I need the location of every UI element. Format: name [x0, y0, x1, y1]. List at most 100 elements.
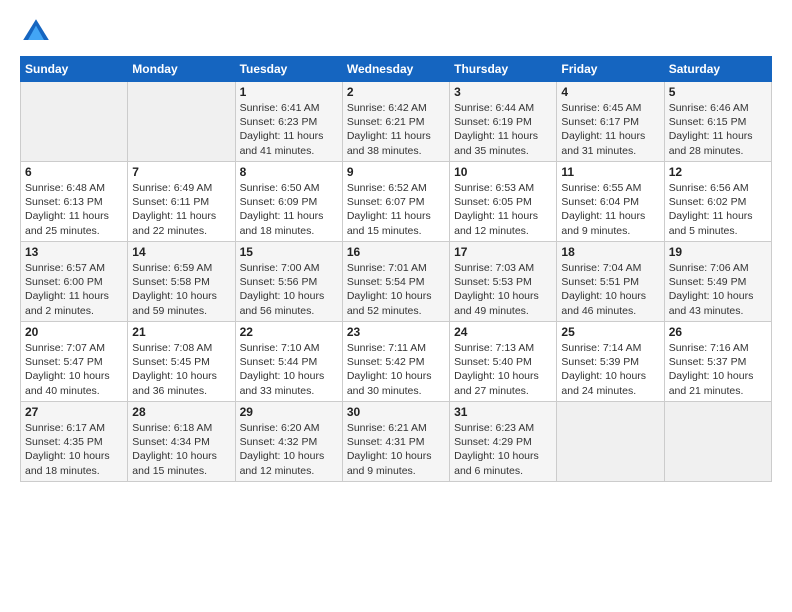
calendar-cell: 16 Sunrise: 7:01 AM Sunset: 5:54 PM Dayli…: [342, 242, 449, 322]
calendar-cell: 3 Sunrise: 6:44 AM Sunset: 6:19 PM Daylig…: [450, 82, 557, 162]
day-info: Sunrise: 7:06 AM Sunset: 5:49 PM Dayligh…: [669, 261, 767, 318]
calendar-cell: 27Sunrise: 6:17 AM Sunset: 4:35 PM Dayli…: [21, 402, 128, 482]
page: SundayMondayTuesdayWednesdayThursdayFrid…: [0, 0, 792, 498]
day-info: Sunrise: 7:16 AM Sunset: 5:37 PM Dayligh…: [669, 341, 767, 398]
day-info: Sunrise: 6:53 AM Sunset: 6:05 PM Dayligh…: [454, 181, 552, 238]
day-number: 6: [25, 165, 123, 179]
calendar-cell: 2 Sunrise: 6:42 AM Sunset: 6:21 PM Daylig…: [342, 82, 449, 162]
calendar-cell: 28 Sunrise: 6:18 AM Sunset: 4:34 PM Dayli…: [128, 402, 235, 482]
day-number: 20: [25, 325, 123, 339]
day-number: 8: [240, 165, 338, 179]
calendar-cell: [557, 402, 664, 482]
day-info: Sunrise: 7:13 AM Sunset: 5:40 PM Dayligh…: [454, 341, 552, 398]
calendar-table: SundayMondayTuesdayWednesdayThursdayFrid…: [20, 56, 772, 482]
day-number: 4: [561, 85, 659, 99]
calendar-cell: [664, 402, 771, 482]
day-number: 26: [669, 325, 767, 339]
calendar-cell: 15 Sunrise: 7:00 AM Sunset: 5:56 PM Dayli…: [235, 242, 342, 322]
day-info: Sunrise: 6:18 AM Sunset: 4:34 PM Dayligh…: [132, 421, 230, 478]
weekday-sunday: Sunday: [21, 57, 128, 82]
calendar-cell: 9 Sunrise: 6:52 AM Sunset: 6:07 PM Daylig…: [342, 162, 449, 242]
day-number: 23: [347, 325, 445, 339]
logo-icon: [20, 16, 52, 48]
weekday-friday: Friday: [557, 57, 664, 82]
calendar-week-5: 27Sunrise: 6:17 AM Sunset: 4:35 PM Dayli…: [21, 402, 772, 482]
day-number: 21: [132, 325, 230, 339]
weekday-saturday: Saturday: [664, 57, 771, 82]
calendar-cell: 13Sunrise: 6:57 AM Sunset: 6:00 PM Dayli…: [21, 242, 128, 322]
day-number: 16: [347, 245, 445, 259]
calendar-week-1: 1Sunrise: 6:41 AM Sunset: 6:23 PM Daylig…: [21, 82, 772, 162]
day-number: 19: [669, 245, 767, 259]
calendar-cell: 26 Sunrise: 7:16 AM Sunset: 5:37 PM Dayli…: [664, 322, 771, 402]
day-number: 30: [347, 405, 445, 419]
calendar-cell: 1Sunrise: 6:41 AM Sunset: 6:23 PM Daylig…: [235, 82, 342, 162]
day-number: 3: [454, 85, 552, 99]
calendar-week-2: 6 Sunrise: 6:48 AM Sunset: 6:13 PM Daylig…: [21, 162, 772, 242]
day-info: Sunrise: 6:52 AM Sunset: 6:07 PM Dayligh…: [347, 181, 445, 238]
calendar-week-4: 20Sunrise: 7:07 AM Sunset: 5:47 PM Dayli…: [21, 322, 772, 402]
calendar-cell: 8 Sunrise: 6:50 AM Sunset: 6:09 PM Daylig…: [235, 162, 342, 242]
day-info: Sunrise: 6:23 AM Sunset: 4:29 PM Dayligh…: [454, 421, 552, 478]
day-number: 28: [132, 405, 230, 419]
day-number: 15: [240, 245, 338, 259]
day-info: Sunrise: 7:11 AM Sunset: 5:42 PM Dayligh…: [347, 341, 445, 398]
day-number: 17: [454, 245, 552, 259]
day-info: Sunrise: 6:42 AM Sunset: 6:21 PM Dayligh…: [347, 101, 445, 158]
weekday-monday: Monday: [128, 57, 235, 82]
calendar-cell: 24 Sunrise: 7:13 AM Sunset: 5:40 PM Dayli…: [450, 322, 557, 402]
calendar-cell: 18Sunrise: 7:04 AM Sunset: 5:51 PM Dayli…: [557, 242, 664, 322]
calendar-cell: [128, 82, 235, 162]
day-number: 14: [132, 245, 230, 259]
day-info: Sunrise: 7:08 AM Sunset: 5:45 PM Dayligh…: [132, 341, 230, 398]
day-info: Sunrise: 7:03 AM Sunset: 5:53 PM Dayligh…: [454, 261, 552, 318]
calendar-cell: 19 Sunrise: 7:06 AM Sunset: 5:49 PM Dayli…: [664, 242, 771, 322]
calendar-cell: 6 Sunrise: 6:48 AM Sunset: 6:13 PM Daylig…: [21, 162, 128, 242]
weekday-thursday: Thursday: [450, 57, 557, 82]
calendar-cell: 14 Sunrise: 6:59 AM Sunset: 5:58 PM Dayli…: [128, 242, 235, 322]
day-info: Sunrise: 6:50 AM Sunset: 6:09 PM Dayligh…: [240, 181, 338, 238]
weekday-wednesday: Wednesday: [342, 57, 449, 82]
day-number: 25: [561, 325, 659, 339]
calendar-cell: 31 Sunrise: 6:23 AM Sunset: 4:29 PM Dayli…: [450, 402, 557, 482]
day-number: 13: [25, 245, 123, 259]
weekday-header-row: SundayMondayTuesdayWednesdayThursdayFrid…: [21, 57, 772, 82]
day-info: Sunrise: 7:10 AM Sunset: 5:44 PM Dayligh…: [240, 341, 338, 398]
day-info: Sunrise: 7:01 AM Sunset: 5:54 PM Dayligh…: [347, 261, 445, 318]
day-info: Sunrise: 6:59 AM Sunset: 5:58 PM Dayligh…: [132, 261, 230, 318]
day-info: Sunrise: 6:44 AM Sunset: 6:19 PM Dayligh…: [454, 101, 552, 158]
day-info: Sunrise: 7:04 AM Sunset: 5:51 PM Dayligh…: [561, 261, 659, 318]
calendar-cell: 5 Sunrise: 6:46 AM Sunset: 6:15 PM Daylig…: [664, 82, 771, 162]
day-number: 5: [669, 85, 767, 99]
day-info: Sunrise: 6:48 AM Sunset: 6:13 PM Dayligh…: [25, 181, 123, 238]
day-number: 7: [132, 165, 230, 179]
day-info: Sunrise: 6:46 AM Sunset: 6:15 PM Dayligh…: [669, 101, 767, 158]
calendar-cell: 10Sunrise: 6:53 AM Sunset: 6:05 PM Dayli…: [450, 162, 557, 242]
day-number: 11: [561, 165, 659, 179]
day-info: Sunrise: 6:49 AM Sunset: 6:11 PM Dayligh…: [132, 181, 230, 238]
day-number: 2: [347, 85, 445, 99]
day-info: Sunrise: 6:21 AM Sunset: 4:31 PM Dayligh…: [347, 421, 445, 478]
day-number: 31: [454, 405, 552, 419]
day-number: 24: [454, 325, 552, 339]
calendar-cell: 22 Sunrise: 7:10 AM Sunset: 5:44 PM Dayli…: [235, 322, 342, 402]
calendar-cell: 12Sunrise: 6:56 AM Sunset: 6:02 PM Dayli…: [664, 162, 771, 242]
day-info: Sunrise: 7:14 AM Sunset: 5:39 PM Dayligh…: [561, 341, 659, 398]
day-info: Sunrise: 6:45 AM Sunset: 6:17 PM Dayligh…: [561, 101, 659, 158]
calendar-cell: 7 Sunrise: 6:49 AM Sunset: 6:11 PM Daylig…: [128, 162, 235, 242]
calendar-cell: 29Sunrise: 6:20 AM Sunset: 4:32 PM Dayli…: [235, 402, 342, 482]
calendar-cell: [21, 82, 128, 162]
calendar-cell: 21 Sunrise: 7:08 AM Sunset: 5:45 PM Dayli…: [128, 322, 235, 402]
logo: [20, 16, 56, 48]
header: [20, 16, 772, 48]
calendar-cell: 11Sunrise: 6:55 AM Sunset: 6:04 PM Dayli…: [557, 162, 664, 242]
day-info: Sunrise: 6:20 AM Sunset: 4:32 PM Dayligh…: [240, 421, 338, 478]
calendar-cell: 30 Sunrise: 6:21 AM Sunset: 4:31 PM Dayli…: [342, 402, 449, 482]
calendar-cell: 20Sunrise: 7:07 AM Sunset: 5:47 PM Dayli…: [21, 322, 128, 402]
day-number: 22: [240, 325, 338, 339]
calendar-week-3: 13Sunrise: 6:57 AM Sunset: 6:00 PM Dayli…: [21, 242, 772, 322]
day-number: 9: [347, 165, 445, 179]
day-info: Sunrise: 7:00 AM Sunset: 5:56 PM Dayligh…: [240, 261, 338, 318]
day-info: Sunrise: 6:56 AM Sunset: 6:02 PM Dayligh…: [669, 181, 767, 238]
day-number: 1: [240, 85, 338, 99]
